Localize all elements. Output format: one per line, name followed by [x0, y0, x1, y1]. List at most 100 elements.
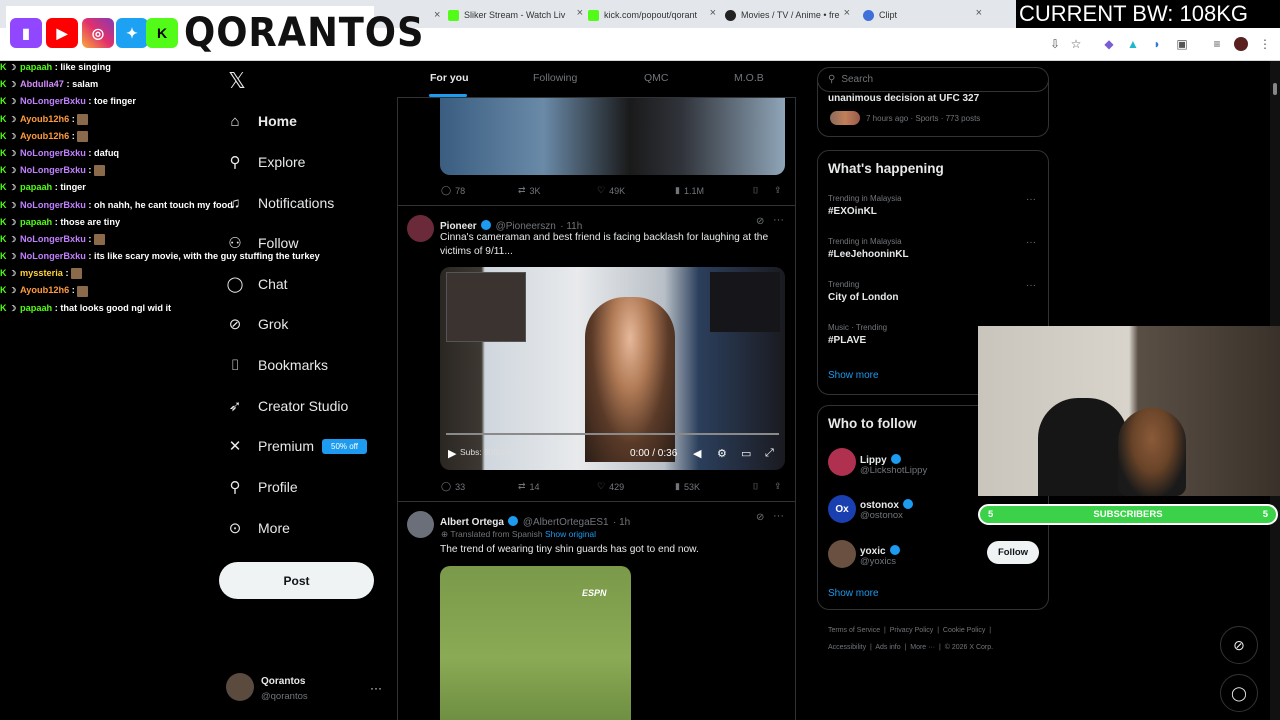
browser-tab[interactable]: kick.com/popout/qorant × — [588, 4, 716, 26]
account-name[interactable]: Qorantos — [261, 676, 305, 687]
nav-follow[interactable]: ⚇ Follow — [226, 228, 298, 258]
author-avatar[interactable] — [407, 511, 434, 538]
like-button[interactable]: ♡ 429 — [597, 481, 624, 492]
profile-avatar[interactable] — [1234, 37, 1248, 51]
footer-link[interactable]: Cookie Policy — [943, 627, 985, 634]
trend-more-icon[interactable]: ··· — [1026, 237, 1036, 248]
more-options-icon[interactable]: ··· — [773, 510, 784, 522]
chat-username[interactable]: Ayoub12h6 — [20, 285, 69, 295]
bookmark-button[interactable]: ⌷ — [753, 481, 758, 492]
browser-tab[interactable]: Clipt × — [863, 4, 988, 26]
chat-username[interactable]: Abdulla47 — [20, 79, 64, 89]
nav-profile[interactable]: ⚲ Profile — [226, 472, 298, 502]
reply-button[interactable]: ◯ 33 — [441, 481, 465, 492]
views-button[interactable]: ▮ 53K — [675, 481, 700, 492]
trend-item[interactable]: Trending City of London — [828, 280, 899, 303]
chat-username[interactable]: Ayoub12h6 — [20, 131, 69, 141]
bookmark-star-icon[interactable]: ☆ — [1069, 37, 1083, 51]
footer-link[interactable]: Ads info — [875, 644, 900, 651]
scrollbar-thumb[interactable] — [1273, 83, 1277, 95]
messages-float-button[interactable]: ◯ — [1220, 674, 1258, 712]
show-more-link[interactable]: Show more — [828, 588, 879, 599]
chat-username[interactable]: NoLongerBxku — [20, 251, 86, 261]
nav-creator-studio[interactable]: ➶ Creator Studio — [226, 391, 349, 421]
fullscreen-icon[interactable]: ⤢ — [765, 447, 774, 460]
tab-for-you[interactable]: For you — [430, 72, 469, 84]
post-button[interactable]: Post — [219, 562, 374, 599]
trend-item[interactable]: Trending in Malaysia #LeeJehooninKL — [828, 237, 909, 260]
nav-bookmarks[interactable]: ⌷ Bookmarks — [226, 350, 328, 380]
show-original-link[interactable]: Show original — [545, 529, 596, 539]
footer-link[interactable]: More ··· — [910, 644, 935, 651]
chat-username[interactable]: papaah — [20, 217, 52, 227]
trend-more-icon[interactable]: ··· — [1026, 280, 1036, 291]
post-time[interactable]: · 1h — [613, 517, 630, 528]
nav-grok[interactable]: ⊘ Grok — [226, 309, 289, 339]
volume-icon[interactable]: ◀ — [693, 447, 701, 460]
chat-username[interactable]: NoLongerBxku — [20, 234, 86, 244]
bookmark-button[interactable]: ⌷ — [753, 185, 758, 196]
nav-premium[interactable]: ✕ Premium — [226, 431, 314, 461]
reading-list-icon[interactable]: ≡ — [1210, 37, 1224, 51]
trend-item[interactable]: Music · Trending #PLAVE — [828, 323, 887, 346]
trend-item[interactable]: Trending in Malaysia #EXOinKL — [828, 194, 902, 217]
chat-username[interactable]: papaah — [20, 62, 52, 72]
tab-close-icon[interactable]: × — [844, 7, 850, 19]
nav-home[interactable]: ⌂ Home — [226, 106, 296, 136]
video-player[interactable]: ▶ Subs: 800/idk 0:00 / 0:36 ◀ ⚙ ▭ ⤢ — [440, 267, 785, 470]
account-avatar[interactable] — [226, 673, 254, 701]
user-avatar[interactable]: Ox — [828, 495, 856, 523]
extensions-puzzle-icon[interactable]: ▣ — [1175, 37, 1189, 51]
post-media[interactable] — [440, 98, 785, 175]
author-handle[interactable]: @AlbertOrtegaES1 — [523, 517, 609, 528]
nav-explore[interactable]: ⚲ Explore — [226, 147, 306, 177]
chat-username[interactable]: NoLongerBxku — [20, 165, 86, 175]
chat-username[interactable]: NoLongerBxku — [20, 96, 86, 106]
grok-icon[interactable]: ⊘ — [756, 512, 764, 523]
chat-username[interactable]: Ayoub12h6 — [20, 114, 69, 124]
tab-close-icon[interactable]: × — [577, 7, 583, 19]
extension-icon[interactable]: ▲ — [1126, 37, 1140, 51]
nav-notifications[interactable]: ♫ Notifications — [226, 188, 334, 218]
nav-chat[interactable]: ◯ Chat — [226, 269, 288, 299]
picture-in-picture-icon[interactable]: ▭ — [741, 447, 751, 460]
footer-link[interactable]: Accessibility — [828, 644, 866, 651]
post-media[interactable]: ESPN — [440, 566, 631, 720]
video-progress-bar[interactable] — [446, 433, 779, 435]
menu-kebab-icon[interactable]: ⋮ — [1258, 37, 1272, 51]
settings-gear-icon[interactable]: ⚙ — [717, 447, 727, 460]
chat-username[interactable]: NoLongerBxku — [20, 200, 86, 210]
browser-tab[interactable]: Sliker Stream - Watch Liv × — [448, 4, 583, 26]
share-button[interactable]: ⇪ — [774, 185, 782, 196]
follow-button[interactable]: Follow — [987, 541, 1039, 564]
install-icon[interactable]: ⇩ — [1048, 37, 1062, 51]
browser-tab[interactable]: Movies / TV / Anime • fre × — [725, 4, 850, 26]
author-avatar[interactable] — [407, 215, 434, 242]
repost-button[interactable]: ⇄ 3K — [518, 185, 541, 196]
chat-username[interactable]: papaah — [20, 303, 52, 313]
views-button[interactable]: ▮ 1.1M — [675, 185, 704, 196]
footer-link[interactable]: Privacy Policy — [890, 627, 934, 634]
user-avatar[interactable] — [828, 448, 856, 476]
like-button[interactable]: ♡ 49K — [597, 185, 625, 196]
account-menu-icon[interactable]: ··· — [370, 681, 382, 695]
chat-username[interactable]: myssteria — [20, 268, 63, 278]
search-input[interactable]: ⚲ Search — [817, 67, 1049, 92]
trend-more-icon[interactable]: ··· — [1026, 194, 1036, 205]
tab-close-icon[interactable]: × — [976, 7, 982, 19]
nav-more[interactable]: ⊙ More — [226, 513, 290, 543]
tab-mob[interactable]: M.O.B — [734, 72, 764, 84]
show-more-link[interactable]: Show more — [828, 370, 879, 381]
chat-username[interactable]: NoLongerBxku — [20, 148, 86, 158]
chat-username[interactable]: papaah — [20, 182, 52, 192]
tab-close-icon[interactable]: × — [710, 7, 716, 19]
repost-button[interactable]: ⇄ 14 — [518, 481, 540, 492]
user-avatar[interactable] — [828, 540, 856, 568]
tab-close-button[interactable]: × — [434, 4, 444, 26]
grok-float-button[interactable]: ⊘ — [1220, 626, 1258, 664]
more-options-icon[interactable]: ··· — [773, 214, 784, 226]
x-logo-icon[interactable]: 𝕏 — [226, 68, 248, 93]
footer-link[interactable]: Terms of Service — [828, 627, 880, 634]
author-name[interactable]: Albert Ortega — [440, 517, 504, 528]
reply-button[interactable]: ◯ 78 — [441, 185, 465, 196]
